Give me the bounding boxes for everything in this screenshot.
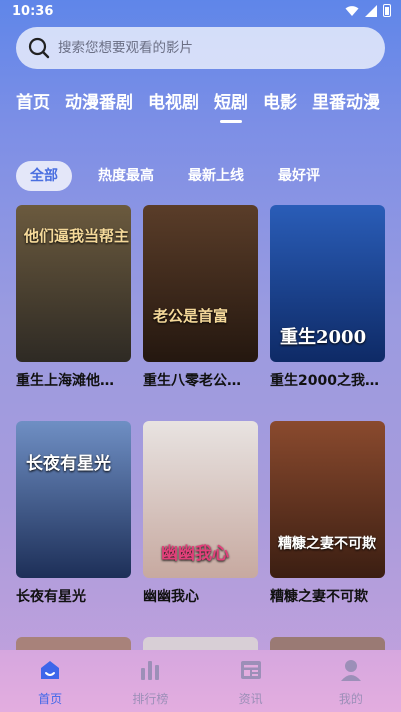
tab-anime[interactable]: 动漫番剧: [65, 86, 133, 120]
battery-icon: [383, 4, 391, 17]
nav-profile[interactable]: 我的: [301, 650, 401, 712]
drama-poster[interactable]: 长夜有星光: [16, 421, 131, 578]
drama-poster[interactable]: 重生2000: [270, 205, 385, 362]
drama-poster[interactable]: 幽幽我心: [143, 421, 258, 578]
drama-title[interactable]: 重生2000之我…: [270, 370, 385, 390]
drama-card[interactable]: 老公是首富 重生八零老公…: [143, 205, 258, 390]
news-icon: [240, 661, 261, 679]
nav-ranking[interactable]: 排行榜: [100, 650, 200, 712]
active-tab-indicator: [220, 120, 242, 123]
filter-hottest[interactable]: 热度最高: [90, 161, 162, 191]
drama-card[interactable]: 糟糠之妻不可欺 糟糠之妻不可欺: [270, 421, 385, 606]
filter-bar: 全部 热度最高 最新上线 最好评: [16, 161, 328, 191]
search-input[interactable]: [58, 40, 385, 56]
poster-title-text: 糟糠之妻不可欺: [278, 536, 376, 552]
nav-label: 排行榜: [132, 692, 169, 706]
drama-title[interactable]: 糟糠之妻不可欺: [270, 586, 385, 606]
tab-home[interactable]: 首页: [16, 86, 50, 120]
status-time: 10:36: [12, 4, 54, 19]
poster-title-text: 长夜有星光: [26, 454, 111, 474]
drama-poster[interactable]: 他们逼我当帮主: [16, 205, 131, 362]
drama-poster[interactable]: 糟糠之妻不可欺: [270, 421, 385, 578]
tab-label: 首页: [16, 93, 50, 113]
wifi-icon: [345, 5, 359, 16]
tab-label: 电影: [263, 93, 297, 113]
drama-poster[interactable]: 老公是首富: [143, 205, 258, 362]
drama-card[interactable]: 重生2000 重生2000之我…: [270, 205, 385, 390]
ranking-icon: [141, 661, 160, 680]
drama-title[interactable]: 重生上海滩他…: [16, 370, 131, 390]
filter-top-rated[interactable]: 最好评: [270, 161, 328, 191]
tab-adult-anime[interactable]: 里番动漫: [312, 86, 380, 120]
tab-short-drama[interactable]: 短剧: [214, 86, 248, 123]
status-icons: [345, 4, 391, 17]
nav-news[interactable]: 资讯: [201, 650, 301, 712]
category-tabs: 首页 动漫番剧 电视剧 短剧 电影 里番动漫: [0, 86, 401, 126]
search-bar[interactable]: [16, 27, 385, 69]
drama-card[interactable]: 他们逼我当帮主 重生上海滩他…: [16, 205, 131, 390]
poster-title-text: 他们逼我当帮主: [24, 227, 130, 245]
status-bar: 10:36: [0, 0, 401, 24]
profile-icon: [340, 660, 361, 681]
tab-label: 短剧: [214, 93, 248, 113]
tab-label: 里番动漫: [312, 93, 380, 113]
poster-title-text: 重生2000: [280, 327, 367, 348]
nav-label: 我的: [338, 692, 363, 706]
poster-title-text: 老公是首富: [153, 307, 229, 325]
tab-tv-series[interactable]: 电视剧: [148, 86, 199, 120]
signal-icon: [365, 4, 377, 17]
tab-movies[interactable]: 电影: [263, 86, 297, 120]
poster-title-text: 幽幽我心: [161, 544, 229, 564]
nav-label: 首页: [38, 692, 63, 706]
search-icon: [28, 37, 50, 59]
drama-title[interactable]: 长夜有星光: [16, 586, 131, 606]
drama-title[interactable]: 重生八零老公…: [143, 370, 258, 390]
home-icon: [41, 661, 60, 679]
bottom-nav: 首页 排行榜 资讯 我的: [0, 650, 401, 712]
filter-newest[interactable]: 最新上线: [180, 161, 252, 191]
drama-card[interactable]: 幽幽我心 幽幽我心: [143, 421, 258, 606]
tab-label: 电视剧: [148, 93, 199, 113]
drama-card[interactable]: 长夜有星光 长夜有星光: [16, 421, 131, 606]
tab-label: 动漫番剧: [65, 93, 133, 113]
filter-all[interactable]: 全部: [16, 161, 72, 191]
drama-title[interactable]: 幽幽我心: [143, 586, 258, 606]
nav-home[interactable]: 首页: [0, 650, 100, 712]
nav-label: 资讯: [238, 692, 263, 706]
